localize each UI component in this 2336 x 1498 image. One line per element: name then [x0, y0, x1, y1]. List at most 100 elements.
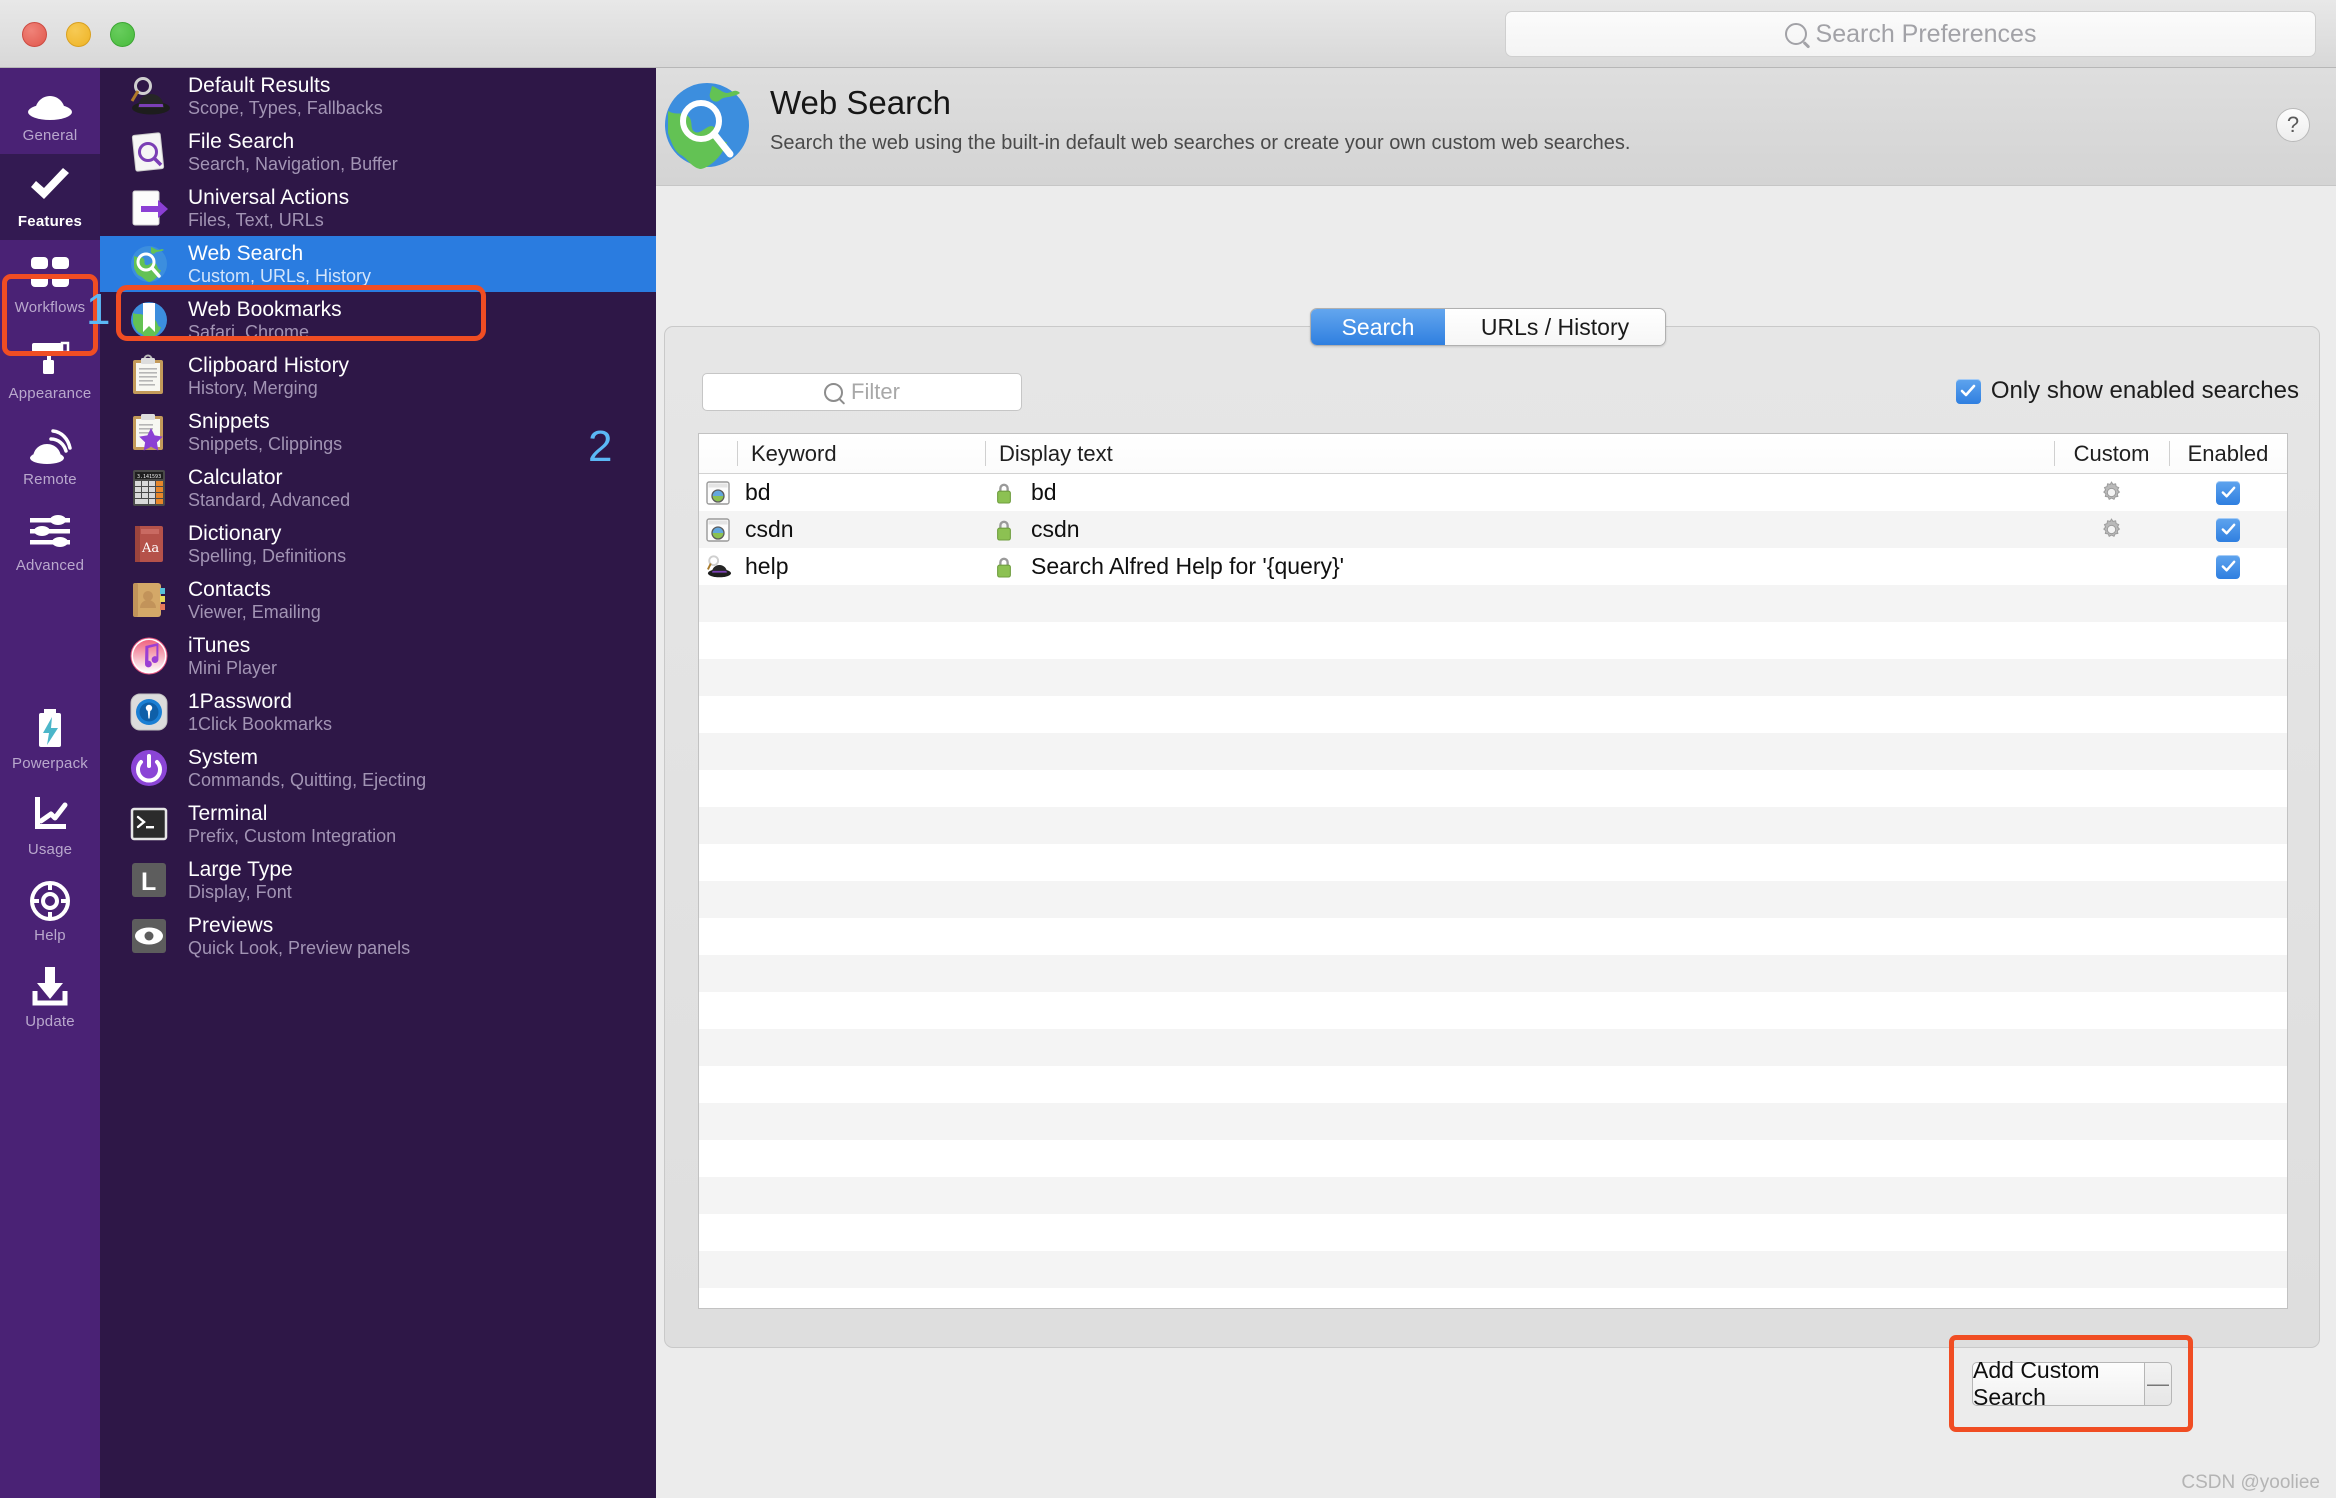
feature-item-system[interactable]: System Commands, Quitting, Ejecting	[100, 740, 656, 796]
feature-item-itunes[interactable]: iTunes Mini Player	[100, 628, 656, 684]
feature-item-calculator[interactable]: 3.141593 Calculator Standard, Advanced	[100, 460, 656, 516]
tab-search[interactable]: Search	[1311, 309, 1445, 345]
pane-header: Web Search Search the web using the buil…	[656, 68, 2336, 186]
table-row[interactable]: help Search Alfred Help for '{query}'	[699, 548, 2287, 585]
feature-item-snippets[interactable]: Snippets Snippets, Clippings	[100, 404, 656, 460]
only-show-enabled-checkbox[interactable]: Only show enabled searches	[1956, 377, 2299, 405]
table-empty-row	[699, 881, 2287, 918]
tab-urls-history[interactable]: URLs / History	[1445, 309, 1665, 345]
sidebar-item-powerpack[interactable]: Powerpack	[0, 696, 100, 782]
close-button[interactable]	[22, 22, 47, 47]
column-header-custom[interactable]: Custom	[2054, 434, 2169, 473]
feature-item-file-search[interactable]: File Search Search, Navigation, Buffer	[100, 124, 656, 180]
feature-item-large-type[interactable]: L Large Type Display, Font	[100, 852, 656, 908]
feature-item-subtitle: Spelling, Definitions	[188, 546, 346, 566]
table-empty-row	[699, 1029, 2287, 1066]
window-titlebar: Search Preferences	[0, 0, 2336, 68]
table-header-row: Keyword Display text Custom Enabled	[699, 434, 2287, 474]
feature-item-previews[interactable]: Previews Quick Look, Preview panels	[100, 908, 656, 964]
feature-item-title: Web Search	[188, 242, 371, 266]
help-button[interactable]: ?	[2276, 108, 2310, 142]
table-empty-row	[699, 1103, 2287, 1140]
column-header-icon	[699, 434, 737, 473]
checkbox-checked-icon	[2216, 518, 2240, 542]
cell-enabled-checkbox[interactable]	[2169, 548, 2287, 585]
feature-item-subtitle: Prefix, Custom Integration	[188, 826, 396, 846]
alfred-preferences-window: Search Preferences General Features	[0, 0, 2336, 1498]
sidebar-item-help[interactable]: Help	[0, 868, 100, 954]
web-search-pane: Web Search Search the web using the buil…	[656, 68, 2336, 1498]
paint-roller-icon	[27, 337, 73, 381]
sidebar-item-usage[interactable]: Usage	[0, 782, 100, 868]
page-title: Web Search	[770, 84, 951, 122]
globe-bookmark-icon	[127, 298, 171, 342]
search-preferences-placeholder: Search Preferences	[1816, 20, 2037, 49]
clipboard-star-icon	[127, 410, 171, 454]
search-preferences-input[interactable]: Search Preferences	[1505, 11, 2316, 57]
table-row[interactable]: bd bd	[699, 474, 2287, 511]
clipboard-icon	[127, 354, 171, 398]
green-lock-icon	[985, 474, 1023, 511]
sidebar-item-workflows[interactable]: Workflows	[0, 240, 100, 326]
checkbox-checked-icon	[2216, 555, 2240, 579]
feature-item-web-bookmarks[interactable]: Web Bookmarks Safari, Chrome	[100, 292, 656, 348]
feature-item-contacts[interactable]: Contacts Viewer, Emailing	[100, 572, 656, 628]
terminal-icon	[127, 802, 171, 846]
feature-item-clipboard-history[interactable]: Clipboard History History, Merging	[100, 348, 656, 404]
minimize-button[interactable]	[66, 22, 91, 47]
sidebar-item-update[interactable]: Update	[0, 954, 100, 1040]
eye-icon	[127, 914, 171, 958]
filter-input[interactable]: Filter	[702, 373, 1022, 411]
column-header-keyword[interactable]: Keyword	[737, 434, 985, 473]
feature-item-terminal[interactable]: Terminal Prefix, Custom Integration	[100, 796, 656, 852]
add-custom-search-button[interactable]: Add Custom Search	[1972, 1362, 2145, 1406]
power-icon	[127, 746, 171, 790]
address-book-icon	[127, 578, 171, 622]
feature-item-title: iTunes	[188, 634, 277, 658]
cell-enabled-checkbox[interactable]	[2169, 511, 2287, 548]
feature-item-subtitle: History, Merging	[188, 378, 349, 398]
feature-item-title: Web Bookmarks	[188, 298, 342, 322]
preferences-sidebar: General Features Workflows	[0, 68, 100, 1498]
sidebar-item-advanced[interactable]: Advanced	[0, 498, 100, 584]
feature-item-web-search[interactable]: Web Search Custom, URLs, History	[100, 236, 656, 292]
feature-item-subtitle: Files, Text, URLs	[188, 210, 349, 230]
feature-item-universal-actions[interactable]: Universal Actions Files, Text, URLs	[100, 180, 656, 236]
feature-item-title: Terminal	[188, 802, 396, 826]
cell-display-text: bd	[1023, 474, 2054, 511]
feature-item-subtitle: Commands, Quitting, Ejecting	[188, 770, 426, 790]
column-header-display-text[interactable]: Display text	[985, 434, 2054, 473]
segmented-tabs: Search URLs / History	[1310, 308, 1666, 346]
feature-item-1password[interactable]: 1Password 1Click Bookmarks	[100, 684, 656, 740]
feature-item-subtitle: Safari, Chrome	[188, 322, 342, 342]
annotation-number-1: 1	[86, 288, 110, 332]
zoom-button[interactable]	[110, 22, 135, 47]
remove-search-button[interactable]: —	[2145, 1362, 2172, 1406]
checkmark-icon	[27, 165, 73, 209]
sidebar-item-features[interactable]: Features	[0, 154, 100, 240]
green-lock-icon	[985, 511, 1023, 548]
table-empty-row	[699, 696, 2287, 733]
search-settings-panel: Filter Only show enabled searches Keywor…	[664, 326, 2320, 1348]
feature-item-dictionary[interactable]: Aa Dictionary Spelling, Definitions	[100, 516, 656, 572]
gear-icon[interactable]	[2054, 511, 2169, 548]
onepassword-icon	[127, 690, 171, 734]
feature-item-default-results[interactable]: Default Results Scope, Types, Fallbacks	[100, 68, 656, 124]
feature-item-title: Snippets	[188, 410, 342, 434]
sidebar-item-remote[interactable]: Remote	[0, 412, 100, 498]
table-row[interactable]: csdn csdn	[699, 511, 2287, 548]
column-header-enabled[interactable]: Enabled	[2169, 434, 2287, 473]
cell-enabled-checkbox[interactable]	[2169, 474, 2287, 511]
checkbox-checked-icon	[1956, 379, 1981, 404]
calculator-icon: 3.141593	[127, 466, 171, 510]
cell-custom-empty	[2054, 548, 2169, 585]
sidebar-item-general[interactable]: General	[0, 68, 100, 154]
feature-item-subtitle: Standard, Advanced	[188, 490, 350, 510]
sidebar-item-appearance[interactable]: Appearance	[0, 326, 100, 412]
gear-icon[interactable]	[2054, 474, 2169, 511]
feature-item-subtitle: Viewer, Emailing	[188, 602, 321, 622]
sidebar-item-label: Advanced	[16, 558, 84, 573]
table-empty-row	[699, 992, 2287, 1029]
green-lock-icon	[985, 548, 1023, 585]
svg-text:3.141593: 3.141593	[137, 474, 161, 480]
